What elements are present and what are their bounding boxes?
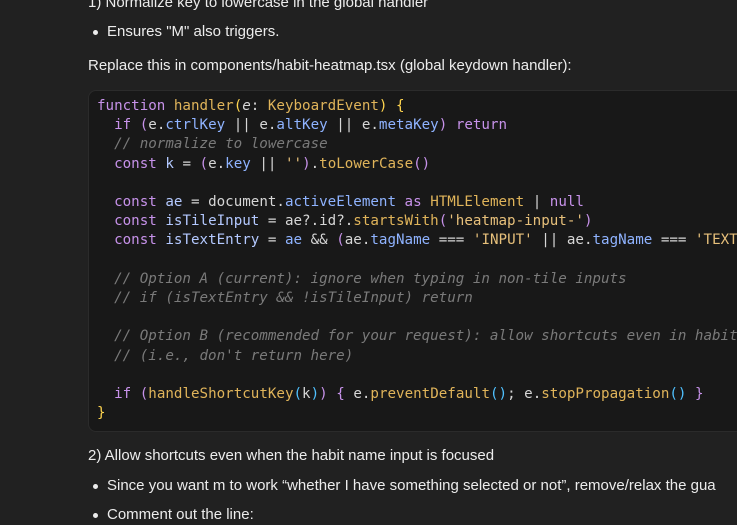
bullet-comment-out: Comment out the line: [107,506,254,523]
bullet-dot [93,484,98,489]
code-line-17: } [97,405,106,422]
code-line-4: const k = (e.key || '').toLowerCase() [114,155,431,172]
bullet-ensures: Ensures "M" also triggers. [107,23,280,40]
code-line-6: const ae = document.activeElement as HTM… [114,194,584,211]
code-line-13: // Option B (recommended for your reques… [97,328,737,345]
code-line-11: // if (isTextEntry && !isTileInput) retu… [97,290,473,307]
bullet-dot [93,513,98,518]
bullet-since-you-want: Since you want m to work “whether I have… [107,477,716,494]
code-block[interactable]: function handler(e: KeyboardEvent) { if … [88,90,737,432]
heading-allow-shortcuts: 2) Allow shortcuts even when the habit n… [88,447,495,464]
code-line-1: function handler(e: KeyboardEvent) { [97,98,405,114]
code-line-2: if (e.ctrlKey || e.altKey || e.metaKey) … [114,117,508,134]
code-line-3: // normalize to lowercase [97,136,328,153]
code-text: function handler(e: KeyboardEvent) { if … [97,97,737,423]
code-line-7: const isTileInput = ae?.id?.startsWith('… [114,213,593,230]
code-line-8: const isTextEntry = ae && (ae.tagName ==… [114,232,737,249]
code-line-10: // Option A (current): ignore when typin… [97,270,627,287]
code-line-14: // (i.e., don't return here) [97,347,354,364]
replace-intro: Replace this in components/habit-heatmap… [88,57,572,74]
heading-normalize: 1) Normalize key to lowercase in the glo… [88,0,429,11]
bullet-dot [93,30,98,35]
code-line-16: if (handleShortcutKey(k)) { e.preventDef… [114,386,704,403]
